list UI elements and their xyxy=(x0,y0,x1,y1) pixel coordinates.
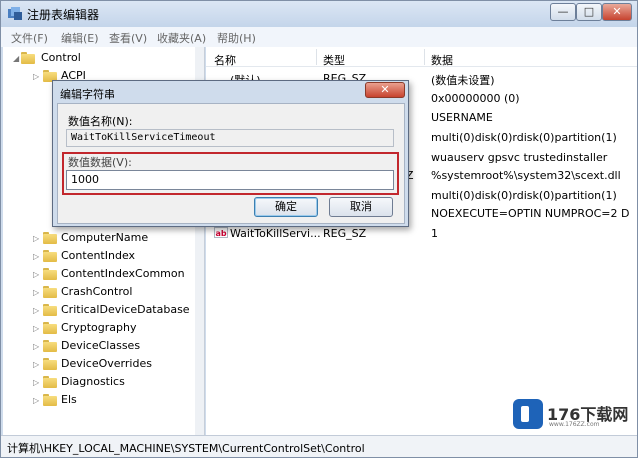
collapse-arrow-icon[interactable]: ◢ xyxy=(13,54,19,63)
menu-file[interactable]: 文件(F) xyxy=(11,30,48,46)
minimize-button[interactable]: — xyxy=(550,3,576,21)
dialog-title: 编辑字符串 xyxy=(60,88,115,101)
menu-help[interactable]: 帮助(H) xyxy=(217,30,256,46)
dialog-body: 数值名称(N): WaitToKillServiceTimeout 数值数据(V… xyxy=(57,103,405,224)
folder-icon xyxy=(43,376,57,388)
list-header: 名称 类型 数据 xyxy=(206,47,637,67)
value-name-label: 数值名称(N): xyxy=(68,115,133,128)
folder-icon xyxy=(43,250,57,262)
expand-arrow-icon[interactable]: ▷ xyxy=(33,360,39,369)
folder-icon xyxy=(43,286,57,298)
column-header-type[interactable]: 类型 xyxy=(323,52,345,68)
column-header-name[interactable]: 名称 xyxy=(214,52,236,68)
edit-string-dialog: 编辑字符串 ✕ 数值名称(N): WaitToKillServiceTimeou… xyxy=(52,80,409,227)
status-bar: 计算机\HKEY_LOCAL_MACHINE\SYSTEM\CurrentCon… xyxy=(1,435,637,457)
highlight-box xyxy=(62,152,399,195)
menu-bar: 文件(F) 编辑(E) 查看(V) 收藏夹(A) 帮助(H) xyxy=(1,27,637,47)
expand-arrow-icon[interactable]: ▷ xyxy=(33,288,39,297)
status-path: 计算机\HKEY_LOCAL_MACHINE\SYSTEM\CurrentCon… xyxy=(7,442,365,455)
folder-icon xyxy=(43,340,57,352)
expand-arrow-icon[interactable]: ▷ xyxy=(33,234,39,243)
watermark: 176下载网 www.176ZZ.com xyxy=(513,399,633,435)
expand-arrow-icon[interactable]: ▷ xyxy=(33,270,39,279)
registry-editor-window: 注册表编辑器 — □ ✕ 文件(F) 编辑(E) 查看(V) 收藏夹(A) 帮助… xyxy=(0,0,638,458)
watermark-logo-icon xyxy=(513,399,543,429)
registry-app-icon xyxy=(8,7,22,20)
folder-icon xyxy=(43,394,57,406)
expand-arrow-icon[interactable]: ▷ xyxy=(33,324,39,333)
folder-icon xyxy=(43,358,57,370)
watermark-url: www.176ZZ.com xyxy=(549,421,600,428)
expand-arrow-icon[interactable]: ▷ xyxy=(33,252,39,261)
folder-icon xyxy=(43,268,57,280)
value-name-field: WaitToKillServiceTimeout xyxy=(66,129,394,147)
cancel-button[interactable]: 取消 xyxy=(329,197,393,217)
expand-arrow-icon[interactable]: ▷ xyxy=(33,72,39,81)
maximize-button[interactable]: □ xyxy=(576,3,602,21)
folder-open-icon xyxy=(21,52,35,64)
column-divider[interactable] xyxy=(316,49,317,65)
column-header-data[interactable]: 数据 xyxy=(431,52,453,68)
menu-favorites[interactable]: 收藏夹(A) xyxy=(157,30,206,46)
menu-view[interactable]: 查看(V) xyxy=(109,30,147,46)
ok-button[interactable]: 确定 xyxy=(254,197,318,217)
expand-arrow-icon[interactable]: ▷ xyxy=(33,378,39,387)
folder-icon xyxy=(43,304,57,316)
title-bar: 注册表编辑器 — □ ✕ xyxy=(1,1,637,27)
expand-arrow-icon[interactable]: ▷ xyxy=(33,342,39,351)
window-title: 注册表编辑器 xyxy=(27,8,100,22)
close-button[interactable]: ✕ xyxy=(602,3,632,21)
expand-arrow-icon[interactable]: ▷ xyxy=(33,396,39,405)
dialog-close-button[interactable]: ✕ xyxy=(365,82,405,98)
folder-icon xyxy=(43,232,57,244)
expand-arrow-icon[interactable]: ▷ xyxy=(33,306,39,315)
column-divider[interactable] xyxy=(424,49,425,65)
folder-icon xyxy=(43,322,57,334)
menu-edit[interactable]: 编辑(E) xyxy=(61,30,99,46)
string-value-icon: ab xyxy=(214,227,228,238)
